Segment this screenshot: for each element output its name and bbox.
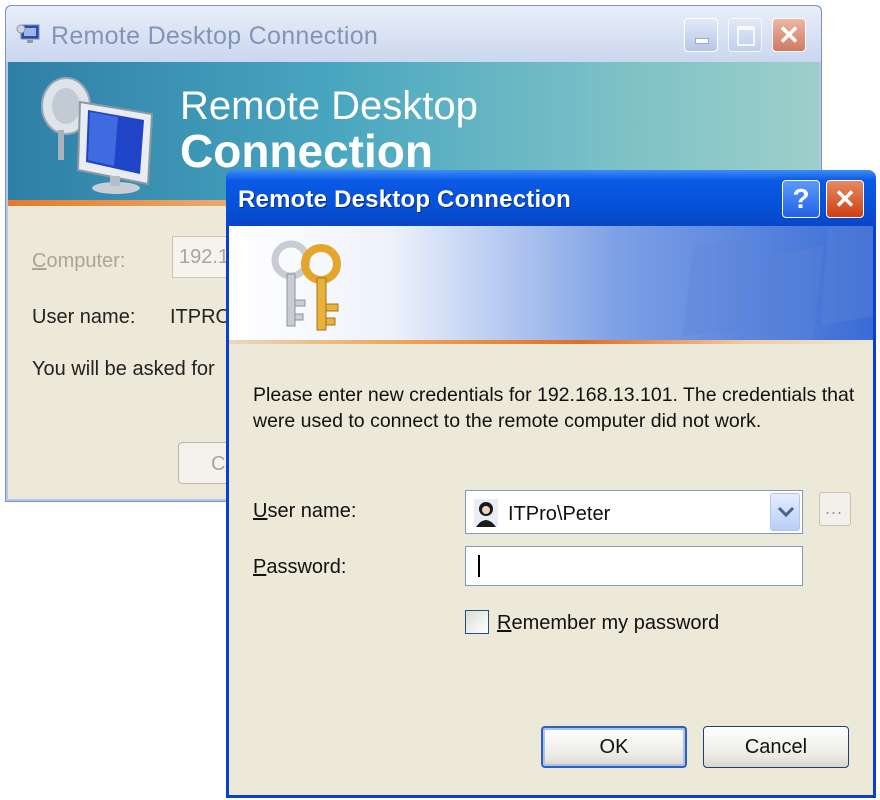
username-label: User name: xyxy=(253,500,357,522)
computer-label: Computer: xyxy=(32,250,126,272)
credentials-message: Please enter new credentials for 192.168… xyxy=(253,384,855,432)
banner-watermark-graphic xyxy=(683,226,873,340)
password-label: Password: xyxy=(253,556,347,578)
back-username-value: ITPRO xyxy=(170,306,232,328)
close-icon: ✕ xyxy=(778,20,800,50)
keys-icon xyxy=(271,240,341,331)
minimize-button[interactable] xyxy=(684,18,718,52)
text-caret xyxy=(478,555,480,577)
help-button[interactable]: ? xyxy=(782,180,820,218)
dialog-titlebar[interactable]: Remote Desktop Connection ? ✕ xyxy=(226,170,876,226)
dialog-close-button[interactable]: ✕ xyxy=(826,180,864,218)
username-combobox[interactable]: ITPro\Peter xyxy=(465,490,803,534)
back-titlebar[interactable]: Remote Desktop Connection ✕ xyxy=(6,6,821,62)
ok-button[interactable]: OK xyxy=(541,726,687,768)
remember-password-label[interactable]: Remember my password xyxy=(497,612,719,635)
maximize-button[interactable] xyxy=(728,18,762,52)
help-icon: ? xyxy=(792,183,810,214)
user-icon xyxy=(474,499,498,527)
dialog-title: Remote Desktop Connection xyxy=(238,186,572,213)
back-close-button[interactable]: ✕ xyxy=(772,18,806,52)
close-icon: ✕ xyxy=(834,184,856,214)
remote-computer-icon xyxy=(41,77,154,194)
dialog-banner-divider xyxy=(229,340,873,344)
back-connect-button-label: C xyxy=(211,453,226,475)
back-window-title: Remote Desktop Connection xyxy=(51,22,379,50)
credentials-dialog: Remote Desktop Connection ? ✕ Please ent… xyxy=(226,170,876,798)
back-username-label: User name: xyxy=(32,306,136,328)
dialog-banner xyxy=(229,226,873,340)
cancel-button[interactable]: Cancel xyxy=(703,726,849,768)
banner-title-line1: Remote Desktop xyxy=(180,84,478,128)
computer-field-value: 192.1 xyxy=(179,246,230,268)
remote-desktop-app-icon xyxy=(16,24,40,43)
username-value: ITPro\Peter xyxy=(508,503,611,525)
remember-password-checkbox[interactable] xyxy=(465,610,489,634)
browse-users-label: ... xyxy=(825,498,844,518)
back-info-text: You will be asked for xyxy=(32,358,215,380)
chevron-down-icon xyxy=(777,506,795,518)
username-dropdown-button[interactable] xyxy=(770,493,800,531)
password-field[interactable] xyxy=(465,546,803,586)
browse-users-button: ... xyxy=(819,492,851,526)
